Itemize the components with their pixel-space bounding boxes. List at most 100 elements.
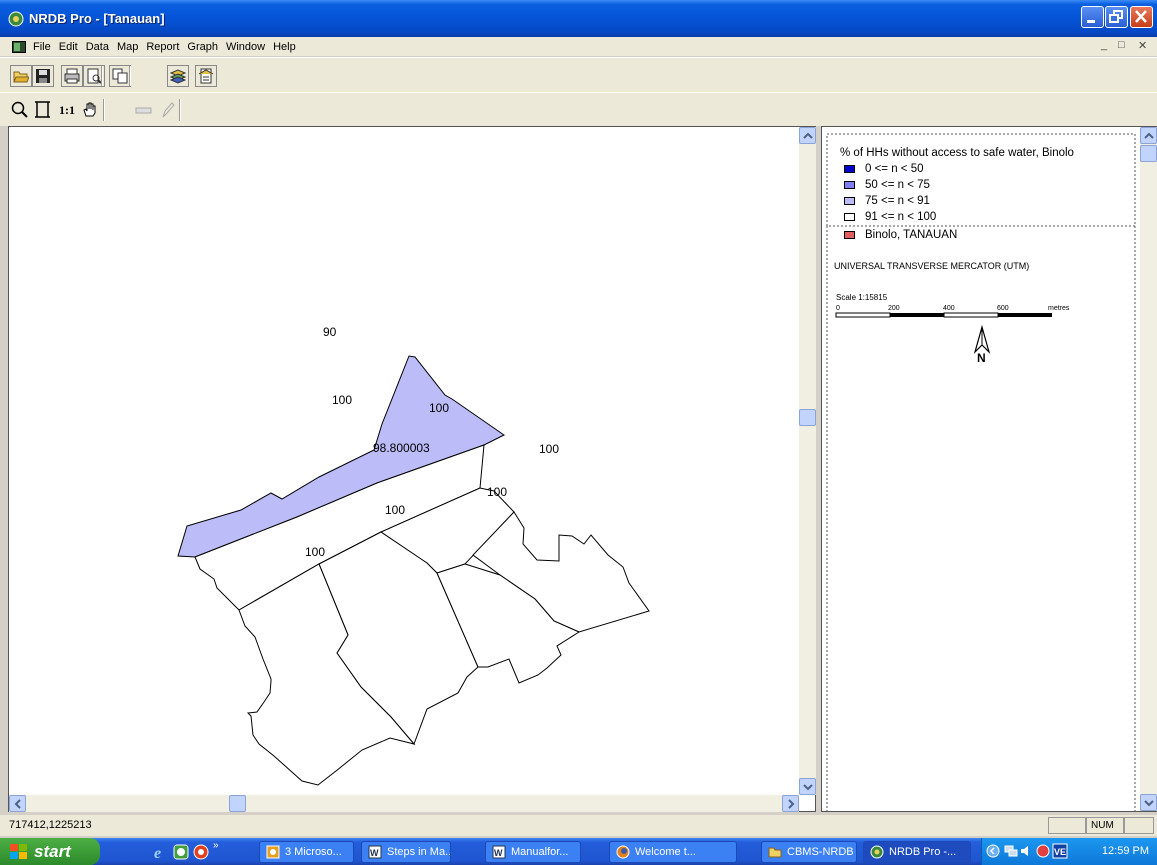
toolbar-separator (101, 66, 103, 86)
app-icon (8, 11, 24, 26)
map-vertical-scrollbar[interactable] (799, 127, 816, 795)
map-toolbar: 1:1 (0, 92, 1157, 126)
legend-swatch (844, 213, 855, 221)
outlook-icon (266, 845, 280, 859)
scroll-down-button[interactable] (799, 778, 816, 795)
map-label: 90 (323, 325, 337, 339)
report-button[interactable] (195, 65, 217, 87)
document-icon (12, 40, 26, 53)
system-tray: VE 12:59 PM (981, 838, 1157, 865)
extent-icon (35, 101, 50, 118)
taskbar-item[interactable]: 3 Microso... (259, 841, 354, 863)
quick-launch-icon[interactable] (172, 843, 190, 861)
hand-icon (83, 102, 96, 117)
task-label: Manualfor... (511, 846, 569, 858)
taskbar-item[interactable]: CBMS-NRDB (761, 841, 857, 863)
clock: 12:59 PM (1101, 845, 1149, 857)
arrow-up-icon (803, 132, 813, 139)
zoom-button[interactable] (8, 98, 30, 120)
firefox-icon (616, 845, 630, 859)
task-label: Steps in Ma... (387, 846, 451, 858)
actual-size-button[interactable]: 1:1 (55, 98, 77, 120)
menu-edit[interactable]: Edit (55, 41, 82, 53)
menu-help[interactable]: Help (269, 41, 300, 53)
legend-view[interactable]: % of HHs without access to safe water, B… (821, 126, 1157, 812)
mdi-minimize-button[interactable]: _ (1101, 39, 1107, 51)
ruler-icon (135, 107, 152, 114)
scroll-right-button[interactable] (782, 795, 799, 812)
mdi-close-button[interactable]: ✕ (1138, 39, 1147, 52)
word-icon: W (368, 845, 382, 859)
taskbar-item-active[interactable]: NRDB Pro -... (863, 841, 971, 863)
arrow-down-icon (1144, 800, 1154, 807)
legend-item: 75 <= n < 91 (844, 195, 930, 207)
scroll-thumb[interactable] (799, 409, 816, 426)
save-button[interactable] (32, 65, 54, 87)
map-horizontal-scrollbar[interactable] (9, 795, 799, 812)
legend-title: % of HHs without access to safe water, B… (840, 147, 1074, 159)
layers-button[interactable] (167, 65, 189, 87)
menu-map[interactable]: Map (113, 41, 142, 53)
arrow-right-icon (788, 799, 795, 809)
menu-window[interactable]: Window (222, 41, 269, 53)
projection-label: UNIVERSAL TRANSVERSE MERCATOR (UTM) (834, 261, 1030, 271)
map-label: 100 (385, 503, 406, 517)
legend-label: Binolo, TANAUAN (865, 229, 958, 241)
scroll-thumb[interactable] (1140, 145, 1157, 162)
legend-label: 0 <= n < 50 (865, 163, 924, 175)
window-title: NRDB Pro - [Tanauan] (29, 11, 165, 26)
menu-file[interactable]: File (29, 41, 55, 53)
media-player-icon[interactable] (192, 843, 210, 861)
pencil-icon (162, 102, 175, 118)
mdi-restore-button[interactable]: □ (1118, 39, 1125, 51)
menu-graph[interactable]: Graph (183, 41, 222, 53)
map-label: 100 (305, 545, 326, 559)
north-label: N (977, 351, 986, 365)
scale-label: Scale 1:15815 (836, 293, 888, 302)
scroll-up-button[interactable] (1140, 127, 1157, 144)
antivirus-icon[interactable]: VE (1052, 843, 1068, 859)
scroll-left-button[interactable] (9, 795, 26, 812)
magnifier-icon (11, 101, 28, 118)
scroll-down-button[interactable] (1140, 794, 1157, 811)
map-canvas[interactable] (9, 127, 799, 795)
more-icon[interactable]: » (213, 840, 219, 851)
tray-expand-icon[interactable] (986, 844, 1000, 858)
close-icon (1135, 10, 1147, 23)
scroll-up-button[interactable] (799, 127, 816, 144)
svg-text:W: W (494, 848, 503, 858)
taskbar-item[interactable]: Welcome t... (609, 841, 737, 863)
task-label: Welcome t... (635, 846, 696, 858)
internet-explorer-icon[interactable]: e (152, 843, 170, 861)
menu-report[interactable]: Report (142, 41, 183, 53)
task-label: NRDB Pro -... (889, 846, 957, 858)
tray-app-icon[interactable] (1036, 844, 1050, 858)
print-preview-icon (87, 68, 102, 84)
legend-item: Binolo, TANAUAN (844, 229, 957, 241)
scroll-thumb[interactable] (229, 795, 246, 812)
restore-button[interactable] (1105, 6, 1128, 28)
copy-button[interactable] (109, 65, 131, 87)
map-view[interactable]: 90 100 100 98.800003 100 100 100 100 (8, 126, 816, 812)
nrdb-icon (870, 845, 884, 859)
print-button[interactable] (61, 65, 83, 87)
menu-data[interactable]: Data (82, 41, 113, 53)
zoom-extent-button[interactable] (31, 98, 53, 120)
restore-icon (1109, 10, 1123, 23)
minimize-button[interactable] (1081, 6, 1104, 28)
network-icon[interactable] (1004, 844, 1018, 858)
measure-button (132, 98, 154, 120)
toolbar-separator (129, 66, 131, 86)
start-button[interactable]: start (0, 838, 100, 865)
taskbar-item[interactable]: W Manualfor... (485, 841, 581, 863)
open-button[interactable] (10, 65, 32, 87)
pan-button[interactable] (78, 98, 100, 120)
close-button[interactable] (1130, 6, 1153, 28)
taskbar-item[interactable]: W Steps in Ma... (361, 841, 451, 863)
map-label: 98.800003 (373, 441, 430, 455)
legend-vertical-scrollbar[interactable] (1140, 127, 1157, 811)
legend-label: 75 <= n < 91 (865, 195, 930, 207)
svg-text:1:1: 1:1 (59, 103, 75, 117)
volume-icon[interactable] (1020, 844, 1034, 858)
layers-icon (170, 69, 186, 84)
